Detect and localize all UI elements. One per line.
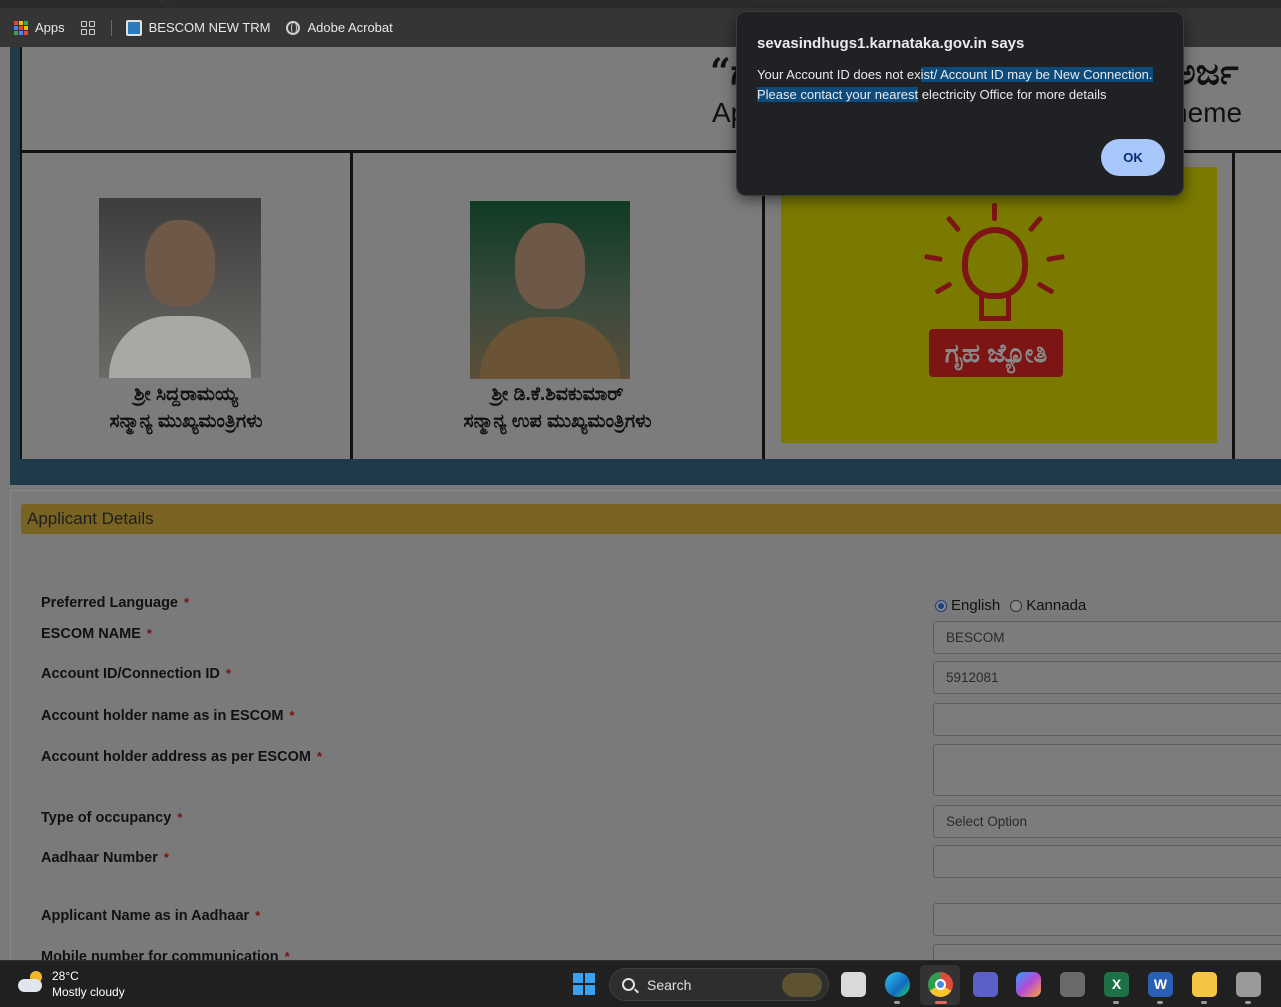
applicant-details-header: Applicant Details [21, 504, 1281, 534]
applicant-name-field[interactable] [933, 903, 1281, 936]
label-aadhaar: Aadhaar Number * [41, 850, 169, 866]
alert-dialog: sevasindhugs1.karnataka.gov.in says Your… [736, 11, 1184, 196]
teams-icon[interactable] [973, 972, 998, 997]
chief-minister-caption: ಶ್ರೀ ಸಿದ್ದರಾಮಯ್ಯ ಸನ್ಮಾನ್ಯ ಮುಖ್ಯಮಂತ್ರಿಗಳು [22, 381, 350, 435]
account-id-field[interactable]: 5912081 [933, 661, 1281, 694]
banner-cell-gruha-jyothi-logo: ಗೃಹ ಜ್ಯೋತಿ [765, 153, 1235, 459]
copilot-icon[interactable] [1016, 972, 1041, 997]
aadhaar-field[interactable] [933, 845, 1281, 878]
banner-cell-chief-minister: ಶ್ರೀ ಸಿದ್ದರಾಮಯ್ಯ ಸನ್ಮಾನ್ಯ ಮುಖ್ಯಮಂತ್ರಿಗಳು [22, 153, 353, 459]
dialog-message-part1: Your Account ID does not ex [757, 67, 921, 82]
banner-cell-deputy-cm: ಶ್ರೀ ಡಿ.ಕೆ.ಶಿವಕುಮಾರ್ ಸನ್ಮಾನ್ಯ ಉಪ ಮುಖ್ಯಮಂ… [353, 153, 765, 459]
deputy-cm-caption: ಶ್ರೀ ಡಿ.ಕೆ.ಶಿವಕುಮಾರ್ ಸನ್ಮಾನ್ಯ ಉಪ ಮುಖ್ಯಮಂ… [353, 381, 762, 435]
label-holder-address: Account holder address as per ESCOM * [41, 749, 322, 765]
radio-english[interactable] [935, 599, 947, 612]
word-icon[interactable]: W [1148, 972, 1173, 997]
taskbar-search-label: Search [647, 976, 692, 993]
label-escom-name: ESCOM NAME * [41, 626, 152, 642]
deputy-cm-name: ಶ್ರೀ ಡಿ.ಕೆ.ಶಿವಕುಮಾರ್ [491, 384, 624, 405]
banner-cell-extra [1235, 153, 1281, 459]
weather-temperature: 28°C [52, 969, 79, 983]
bookmark-adobe-label: Adobe Acrobat [307, 20, 393, 35]
calculator-icon[interactable] [1060, 972, 1085, 997]
dialog-message: Your Account ID does not exist/ Account … [757, 65, 1167, 105]
chief-minister-photo [99, 198, 261, 378]
bookmark-apps[interactable]: Apps [14, 20, 65, 35]
mobile-field[interactable] [933, 944, 1281, 960]
task-view-icon[interactable] [841, 972, 866, 997]
bookmark-separator [110, 19, 112, 36]
gruha-jyothi-label: ಗೃಹ ಜ್ಯೋತಿ [929, 329, 1063, 377]
bookmark-apps-label: Apps [35, 20, 65, 35]
search-highlight-icon [782, 973, 822, 997]
gruha-jyothi-logo: ಗೃಹ ಜ್ಯೋತಿ [781, 167, 1217, 443]
chief-minister-name: ಶ್ರೀ ಸಿದ್ದರಾಮಯ್ಯ [134, 384, 238, 405]
label-account-id: Account ID/Connection ID * [41, 666, 231, 682]
weather-widget[interactable]: 28°C Mostly cloudy [18, 968, 125, 1000]
ok-button[interactable]: OK [1101, 139, 1165, 176]
window-top-strip [0, 0, 1281, 8]
radio-kannada[interactable] [1010, 599, 1023, 612]
label-occupancy: Type of occupancy * [41, 810, 183, 826]
weather-condition: Mostly cloudy [52, 985, 125, 999]
chief-minister-title: ಸನ್ಮಾನ್ಯ ಮುಖ್ಯಮಂತ್ರಿಗಳು [109, 411, 263, 432]
radio-kannada-label[interactable]: Kannada [1026, 597, 1086, 614]
bookmark-adobe-acrobat[interactable]: Adobe Acrobat [286, 20, 393, 35]
occupancy-select[interactable]: Select Option [933, 805, 1281, 838]
tab-groups-icon [80, 20, 95, 35]
bookmark-bescom-new-trm[interactable]: BESCOM NEW TRM [125, 19, 271, 36]
bulb-icon [962, 227, 1028, 299]
deputy-cm-title: ಸನ್ಮಾನ್ಯ ಉಪ ಮುಖ್ಯಮಂತ್ರಿಗಳು [463, 411, 652, 432]
radio-english-label[interactable]: English [951, 597, 1000, 614]
bookmark-bescom-label: BESCOM NEW TRM [148, 20, 271, 35]
windows-start-icon[interactable] [573, 973, 595, 995]
network-tool-icon[interactable] [1236, 972, 1261, 997]
edge-icon[interactable] [885, 972, 910, 997]
bookmark-tab-groups[interactable] [80, 20, 95, 35]
escom-name-field[interactable]: BESCOM [933, 621, 1281, 654]
globe-icon [286, 20, 301, 35]
apps-grid-icon [14, 20, 28, 35]
label-mobile: Mobile number for communication * [41, 949, 290, 960]
chrome-icon[interactable] [928, 972, 953, 997]
preferred-language-radios: English Kannada [935, 597, 1086, 614]
holder-name-field[interactable] [933, 703, 1281, 736]
taskbar: 28°C Mostly cloudy Search X W [0, 960, 1281, 1007]
dialog-title: sevasindhugs1.karnataka.gov.in says [757, 35, 1025, 52]
deputy-cm-photo [470, 201, 630, 379]
bescom-favicon-icon [125, 19, 142, 36]
partly-cloudy-icon [18, 971, 44, 993]
label-preferred-language: Preferred Language * [41, 595, 190, 611]
label-applicant-name: Applicant Name as in Aadhaar * [41, 908, 261, 924]
taskbar-search[interactable]: Search [609, 968, 829, 1001]
label-holder-name: Account holder name as in ESCOM * [41, 708, 295, 724]
file-explorer-icon[interactable] [1192, 972, 1217, 997]
search-icon [622, 978, 635, 991]
excel-icon[interactable]: X [1104, 972, 1129, 997]
holder-address-field[interactable] [933, 744, 1281, 796]
applicant-form: Applicant Details Preferred Language * En… [10, 490, 1281, 960]
dialog-message-part2: electricity Office for more details [918, 87, 1107, 102]
